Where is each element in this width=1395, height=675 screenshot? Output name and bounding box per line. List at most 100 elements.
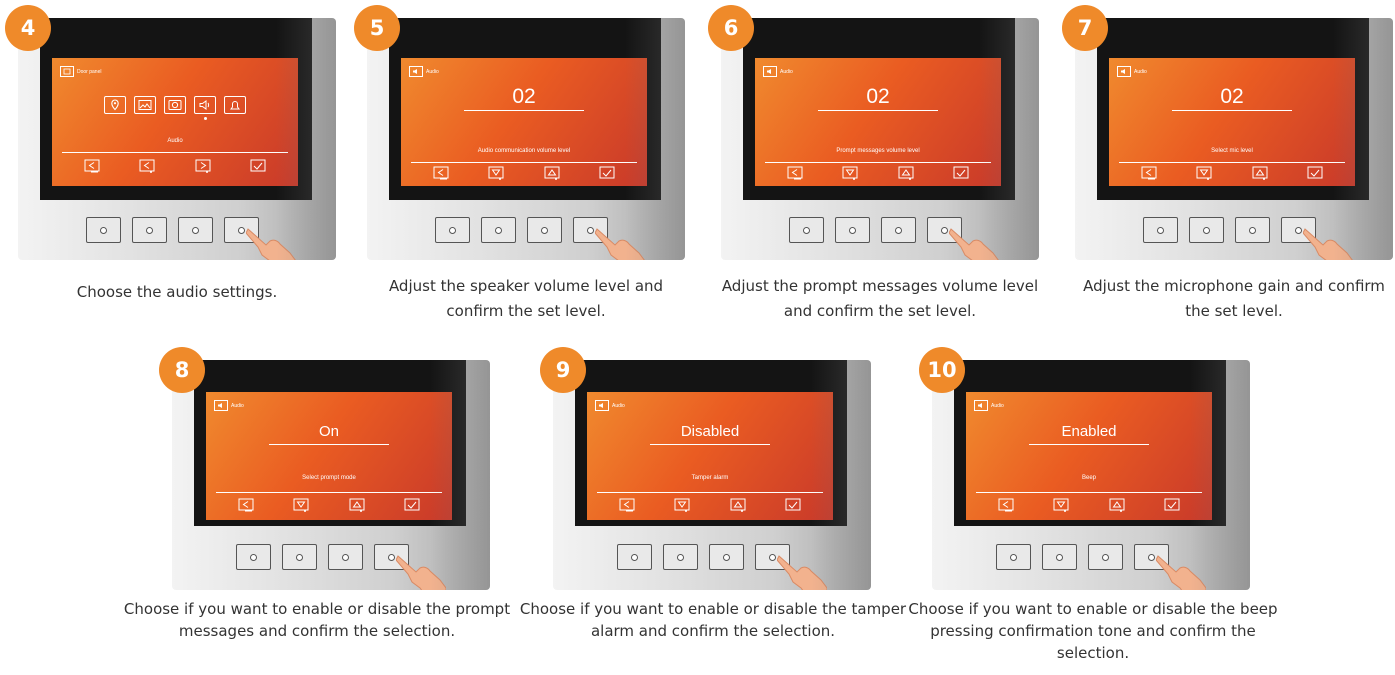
back-icon [998,498,1014,512]
hardware-button-3[interactable] [178,217,213,243]
back-icon [619,498,635,512]
screen-label: Audio communication volume level [477,148,571,154]
hardware-button-3[interactable] [881,217,916,243]
speaker-icon [763,66,777,77]
hardware-button-3[interactable] [328,544,363,570]
divider [597,492,823,493]
step-caption: Adjust the prompt messages volume level … [721,277,1039,320]
speaker-icon[interactable] [194,96,216,120]
hardware-button-1[interactable] [435,217,470,243]
divider [1119,162,1345,163]
screen-header: Audio [1117,66,1147,77]
hardware-button-3[interactable] [527,217,562,243]
hardware-button-2[interactable] [835,217,870,243]
hardware-buttons [617,544,790,570]
intercom-device: Audio 02 Select mic level [1075,18,1393,260]
divider [216,492,442,493]
speaker-icon [1117,66,1131,77]
hardware-button-3[interactable] [1088,544,1123,570]
hardware-button-3[interactable] [1235,217,1270,243]
pointing-hand-icon [396,555,446,590]
confirm-icon [250,159,266,173]
display-screen: Door panel Audio [52,58,298,186]
screen-title: Audio [231,402,244,409]
location-icon[interactable] [104,96,126,114]
divider [411,162,637,163]
image-icon[interactable] [134,96,156,114]
step-badge: 4 [5,5,51,51]
down-icon [488,166,504,180]
step-caption: Choose if you want to enable or disable … [123,600,511,640]
step-4: Door panel Audio 4 Choose the audio sett… [5,5,336,301]
hardware-button-2[interactable] [663,544,698,570]
pointing-hand-icon [1156,555,1206,590]
value-underline [1029,444,1149,445]
softkeys [206,498,452,512]
back-icon [1141,166,1157,180]
intercom-device: Audio 02 Audio communication volume leve… [367,18,685,260]
menu-icons [52,96,298,120]
intercom-device: Audio Disabled Tamper alarm [553,360,871,590]
down-icon [842,166,858,180]
value-underline [269,444,389,445]
step-5: Audio 02 Audio communication volume leve… [354,5,685,320]
screen-header: Audio [409,66,439,77]
down-icon [674,498,690,512]
up-icon [349,498,365,512]
pointing-hand-icon [595,228,645,260]
up-icon [1252,166,1268,180]
hardware-button-2[interactable] [132,217,167,243]
screen-label: Select prompt mode [302,475,356,481]
selected-indicator [203,117,207,120]
divider [62,152,288,153]
camera-icon[interactable] [164,96,186,114]
hardware-button-2[interactable] [1042,544,1077,570]
down-icon [1053,498,1069,512]
left-icon [139,159,155,173]
mode-value: On [318,423,339,440]
up-icon [544,166,560,180]
intercom-device: Audio 02 Prompt messages volume level [721,18,1039,260]
bell-icon[interactable] [224,96,246,114]
display-screen: Audio Disabled Tamper alarm [587,392,833,520]
softkeys [1109,166,1355,180]
display-screen: Audio Enabled Beep [966,392,1212,520]
softkeys [966,498,1212,512]
mode-value: Disabled [680,423,740,440]
hardware-button-1[interactable] [236,544,271,570]
step-badge: 8 [159,347,205,393]
screen-header: Audio [595,400,625,411]
confirm-icon [1307,166,1323,180]
screen-label: Beep [1081,475,1096,481]
confirm-icon [785,498,801,512]
up-icon [898,166,914,180]
display-screen: Audio 02 Prompt messages volume level [755,58,1001,186]
up-icon [730,498,746,512]
step-badge: 9 [540,347,586,393]
confirm-icon [404,498,420,512]
hardware-button-3[interactable] [709,544,744,570]
intercom-device: Audio Enabled Beep [932,360,1250,590]
step-badge: 10 [919,347,965,393]
up-icon [1109,498,1125,512]
down-icon [293,498,309,512]
level-value: 02 [866,85,890,108]
step-badge: 5 [354,5,400,51]
hardware-button-1[interactable] [1143,217,1178,243]
hardware-button-1[interactable] [789,217,824,243]
screen-label: Tamper alarm [691,475,729,481]
screen-label: Prompt messages volume level [836,148,920,154]
display-screen: Audio 02 Audio communication volume leve… [401,58,647,186]
display-screen: Audio 02 Select mic level [1109,58,1355,186]
hardware-button-1[interactable] [86,217,121,243]
hardware-button-2[interactable] [1189,217,1224,243]
intercom-device: Audio On Select prompt mode [172,360,490,590]
screen-title: Door panel [77,68,102,75]
hardware-button-1[interactable] [617,544,652,570]
screen-title: Audio [780,68,793,75]
step-caption: Choose if you want to enable or disable … [908,600,1278,662]
hardware-button-2[interactable] [282,544,317,570]
hardware-button-1[interactable] [996,544,1031,570]
hardware-button-2[interactable] [481,217,516,243]
step-caption: Choose if you want to enable or disable … [519,600,907,640]
